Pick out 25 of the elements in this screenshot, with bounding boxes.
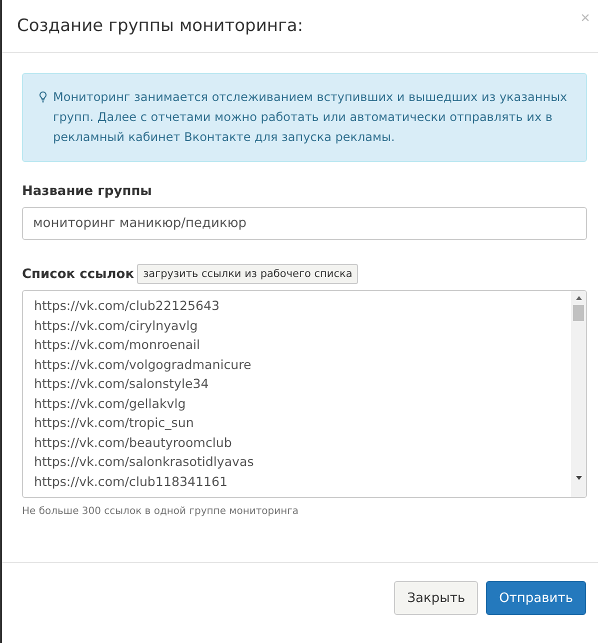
- group-name-field[interactable]: мониторинг маникюр/педикюр: [22, 207, 587, 240]
- link-line: https://vk.com/salonstyle34: [34, 375, 210, 393]
- link-line: https://vk.com/tropic_sun: [34, 414, 195, 432]
- link-line: https://vk.com/cirylnyavlg: [34, 316, 199, 335]
- scroll-thumb[interactable]: [573, 305, 584, 321]
- field-label: Название группы: [22, 184, 153, 199]
- link-line: https://vk.com/club22125643: [34, 297, 221, 315]
- link-line: https://vk.com/volgogradmanicure: [34, 356, 252, 374]
- scrollbar[interactable]: [571, 291, 586, 497]
- help-text: Не больше 300 ссылок в одной группе мониторинга: [22, 506, 300, 517]
- link-line: https://vk.com/beautyroomclub: [34, 434, 233, 452]
- links-textarea[interactable]: [22, 290, 587, 498]
- link-line: https://vk.com/monroenail: [34, 336, 202, 354]
- scroll-down-icon[interactable]: [574, 475, 582, 481]
- link-line: https://vk.com/salonkrasotidlyavas: [34, 453, 255, 471]
- dialog-title: Создание группы мониторинга:: [17, 16, 304, 36]
- submit-button[interactable]: Отправить: [486, 581, 586, 615]
- load-links-button[interactable]: загрузить ссылки из рабочего списка: [137, 264, 358, 284]
- link-line: https://vk.com/club118341161: [34, 472, 229, 491]
- scroll-up-icon[interactable]: [574, 295, 582, 301]
- close-dialog-button[interactable]: Закрыть: [394, 581, 478, 615]
- lightbulb-icon: [39, 91, 47, 103]
- link-line: https://vk.com/gellakvlg: [34, 394, 187, 413]
- field-label: Список ссылок: [22, 266, 134, 282]
- info-text: Мониторинг занимается отслеживанием вступивших и вышедших из указанных групп. Далее с отчетами можно работать или автоматически отправлять их в рекламный кабинет Вконтакте для запуска рекламы.: [53, 89, 568, 146]
